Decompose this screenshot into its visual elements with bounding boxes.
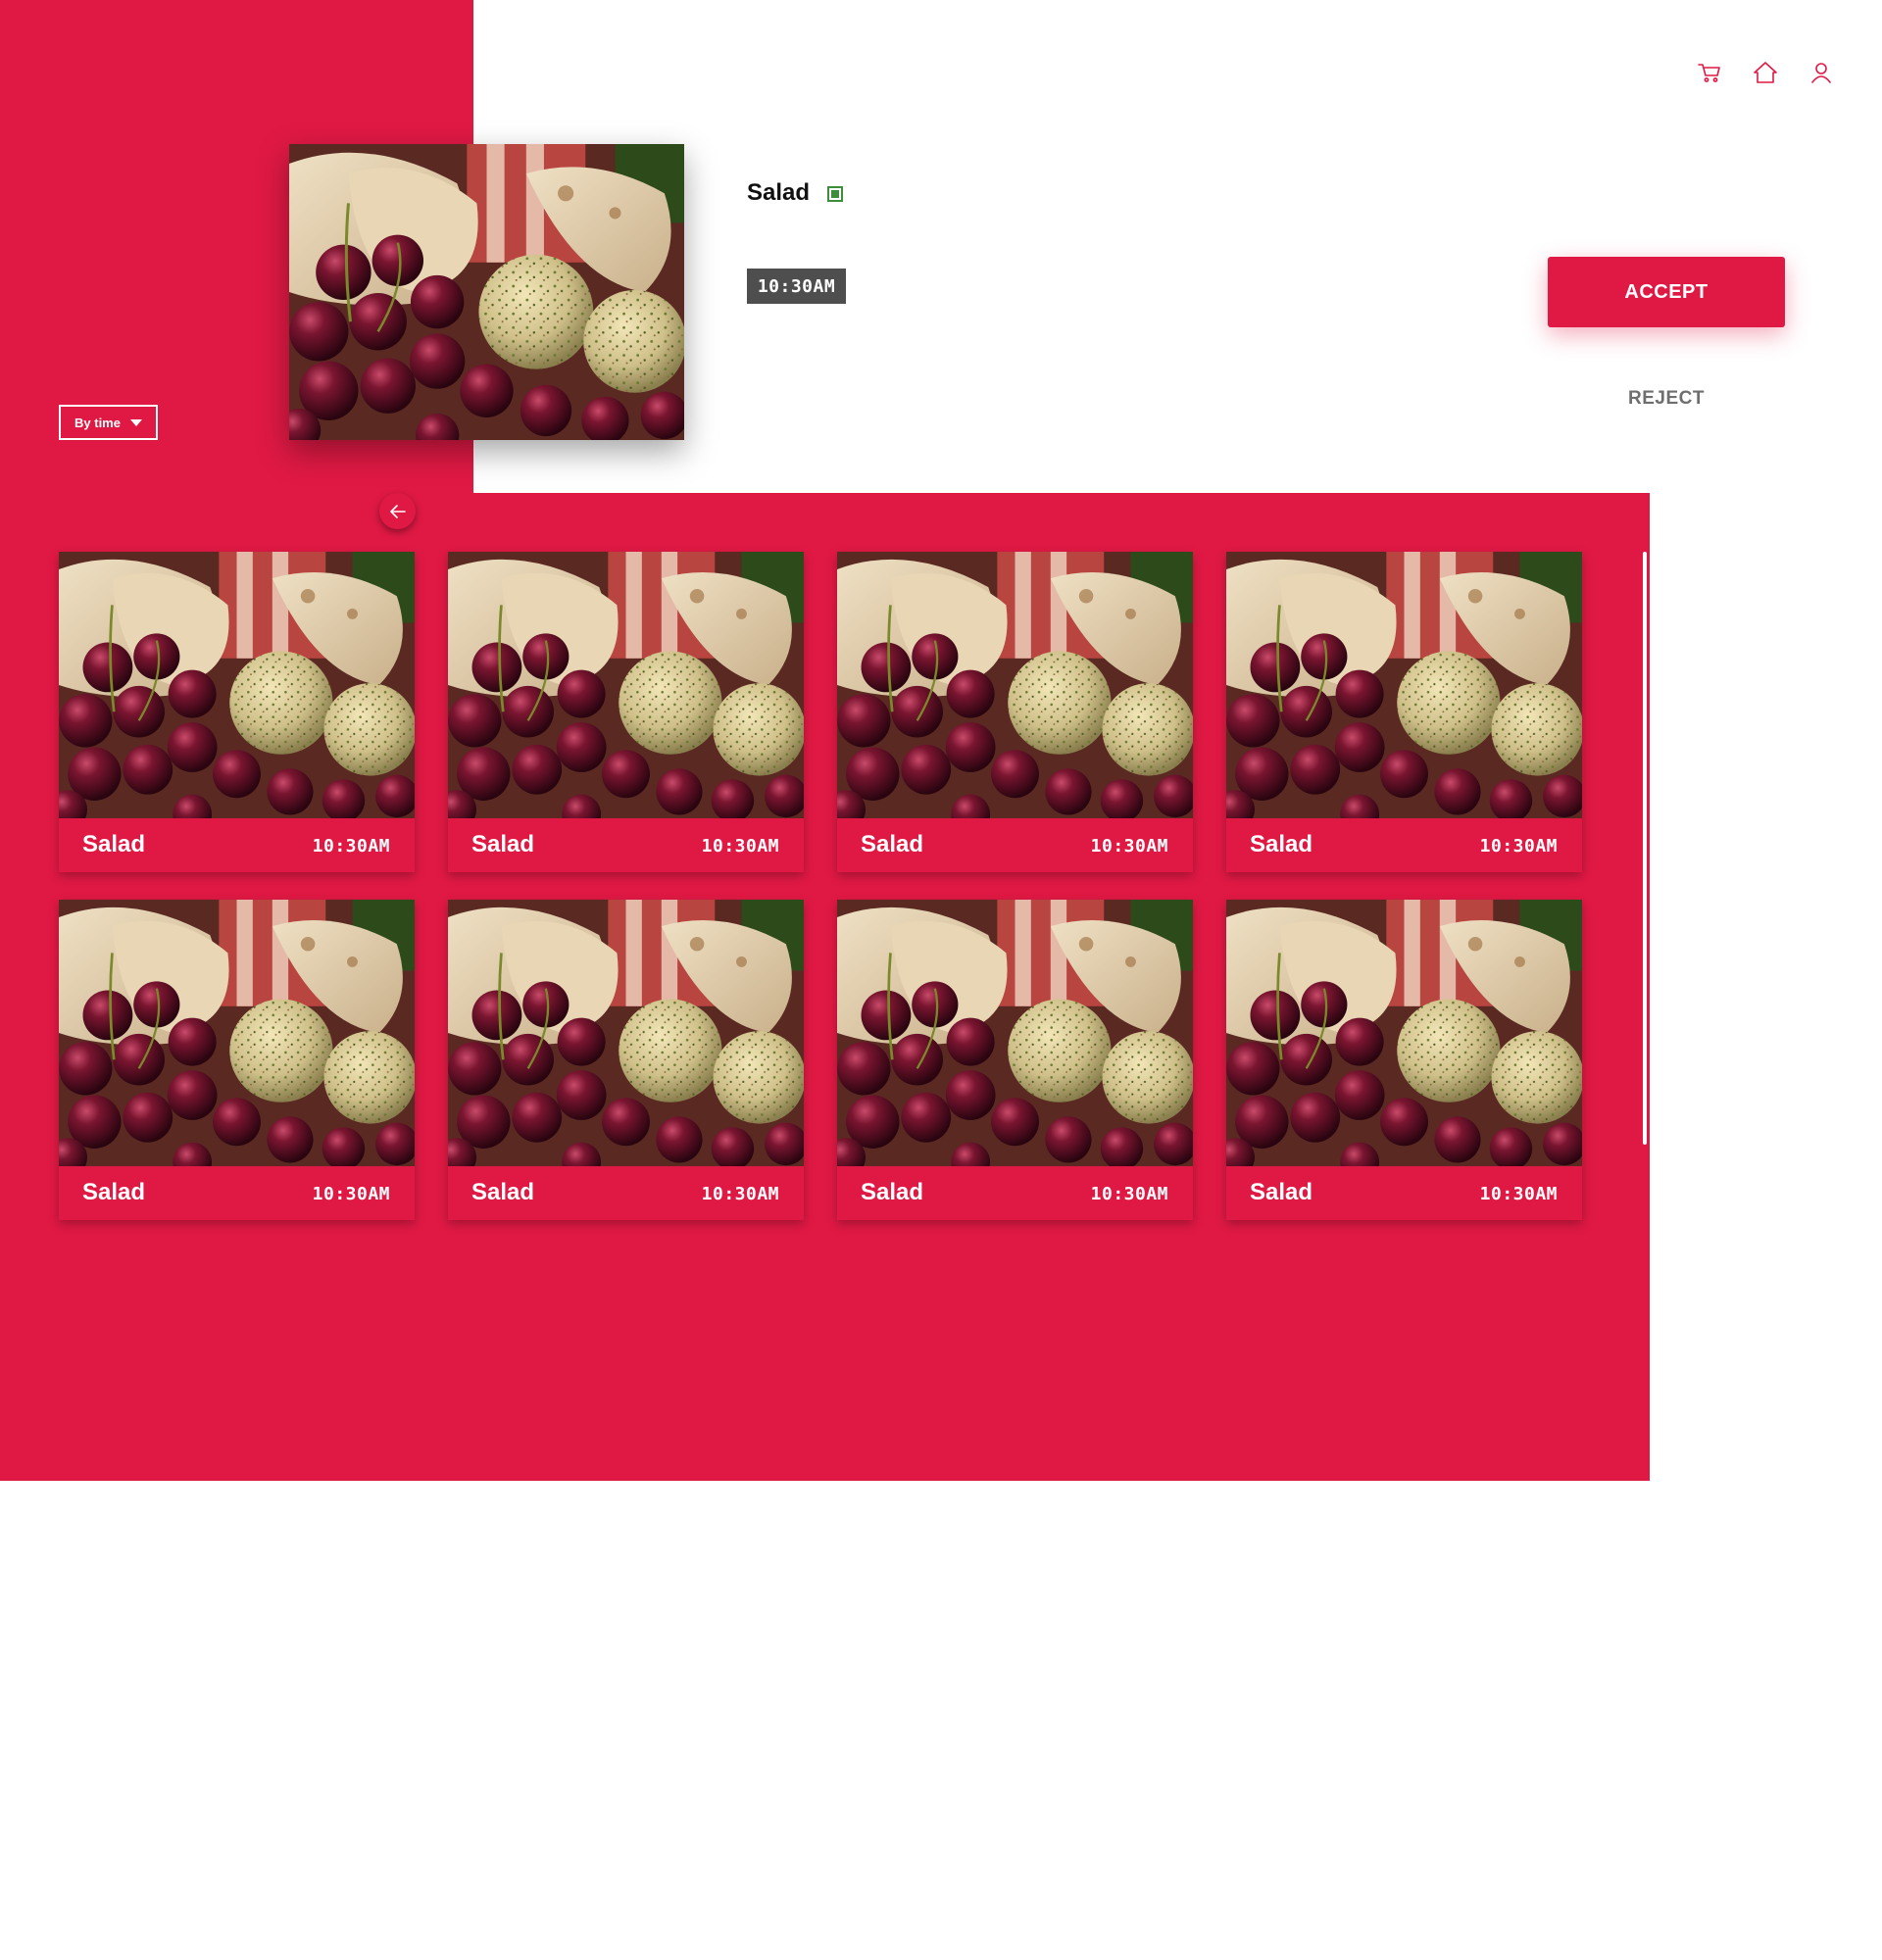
order-card[interactable]: Salad 10:30AM xyxy=(837,900,1193,1220)
accept-button[interactable]: ACCEPT xyxy=(1548,257,1785,327)
order-card-image xyxy=(59,900,415,1166)
order-card-time: 10:30AM xyxy=(1479,1184,1558,1204)
order-card-time: 10:30AM xyxy=(701,836,779,857)
order-card-time: 10:30AM xyxy=(312,1184,390,1204)
order-card[interactable]: Salad 10:30AM xyxy=(448,552,804,872)
selected-order-time: 10:30AM xyxy=(747,269,846,304)
order-card-time: 10:30AM xyxy=(1090,836,1168,857)
order-card-name: Salad xyxy=(471,831,535,858)
veg-indicator-icon xyxy=(827,186,843,202)
order-card-image xyxy=(1226,900,1582,1166)
order-card-time: 10:30AM xyxy=(1479,836,1558,857)
user-icon[interactable] xyxy=(1806,57,1837,88)
order-card[interactable]: Salad 10:30AM xyxy=(1226,552,1582,872)
order-card[interactable]: Salad 10:30AM xyxy=(1226,900,1582,1220)
order-card-image xyxy=(448,900,804,1166)
sort-dropdown-label: By time xyxy=(74,415,121,430)
chevron-down-icon xyxy=(129,418,142,426)
order-card-image xyxy=(837,900,1193,1166)
order-card-name: Salad xyxy=(82,831,146,858)
order-card-time: 10:30AM xyxy=(312,836,390,857)
cart-icon[interactable] xyxy=(1694,57,1725,88)
back-button[interactable] xyxy=(379,493,416,529)
order-card[interactable]: Salad 10:30AM xyxy=(448,900,804,1220)
order-card-name: Salad xyxy=(1250,831,1313,858)
order-card[interactable]: Salad 10:30AM xyxy=(59,900,415,1220)
orders-grid: Salad 10:30AM Salad 10:30AM Salad 10:30A… xyxy=(59,552,1584,1222)
order-card[interactable]: Salad 10:30AM xyxy=(59,552,415,872)
order-card-image xyxy=(837,552,1193,818)
order-card-name: Salad xyxy=(1250,1179,1313,1205)
order-card-time: 10:30AM xyxy=(1090,1184,1168,1204)
order-card-time: 10:30AM xyxy=(701,1184,779,1204)
orders-scrollbar[interactable] xyxy=(1643,552,1647,1145)
home-icon[interactable] xyxy=(1750,57,1781,88)
sort-dropdown[interactable]: By time xyxy=(59,405,158,440)
selected-order-title: Salad xyxy=(747,179,811,206)
order-card-name: Salad xyxy=(471,1179,535,1205)
order-card-image xyxy=(448,552,804,818)
order-card-name: Salad xyxy=(861,1179,924,1205)
selected-order-image xyxy=(289,144,684,440)
order-card-image xyxy=(1226,552,1582,818)
arrow-left-icon xyxy=(389,504,406,518)
reject-button[interactable]: REJECT xyxy=(1548,382,1785,416)
order-card-name: Salad xyxy=(82,1179,146,1205)
order-card[interactable]: Salad 10:30AM xyxy=(837,552,1193,872)
order-card-name: Salad xyxy=(861,831,924,858)
order-card-image xyxy=(59,552,415,818)
top-nav xyxy=(1694,57,1837,92)
